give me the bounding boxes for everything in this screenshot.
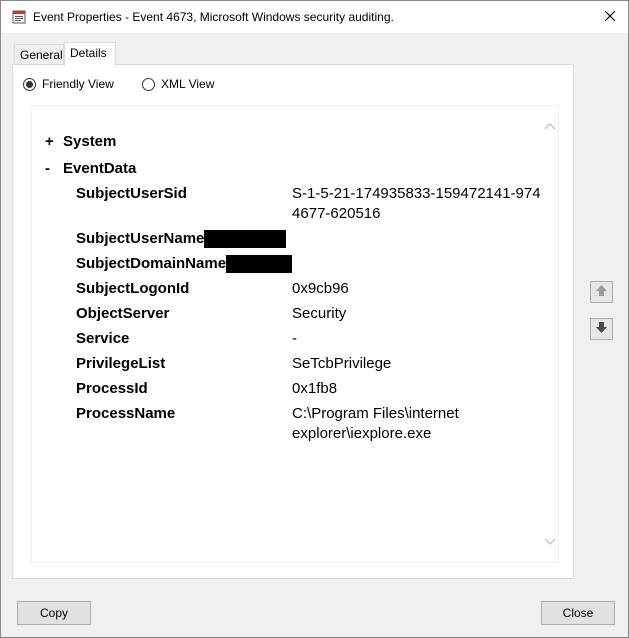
collapse-toggle[interactable]: - [45, 160, 63, 177]
field-row-objectserver: ObjectServer Security [76, 302, 558, 327]
chevron-down-icon[interactable] [543, 536, 556, 548]
eventdata-fields: SubjectUserSid S-1-5-21-174935833-159472… [76, 182, 558, 447]
xml-view-label: XML View [161, 77, 215, 91]
chevron-up-icon[interactable] [543, 120, 556, 132]
next-event-button[interactable] [590, 318, 613, 340]
field-value: S-1-5-21-174935833-159472141-974474677-6… [292, 185, 558, 222]
field-row-processid: ProcessId 0x1fb8 [76, 377, 558, 402]
event-properties-window: Event Properties - Event 4673, Microsoft… [0, 0, 629, 638]
node-label-eventdata: EventData [63, 160, 137, 177]
field-value: SeTcbPrivilege [292, 355, 392, 372]
expand-toggle[interactable]: + [45, 133, 63, 150]
xml-view-radio[interactable] [142, 77, 155, 91]
field-value: C:\Program Files\internet explorer\iexpl… [292, 405, 459, 442]
field-key: ProcessName [76, 405, 176, 422]
field-value [292, 252, 558, 277]
field-row-privilegelist: PrivilegeList SeTcbPrivilege [76, 352, 558, 377]
field-value: - [292, 330, 298, 347]
field-key-text: SubjectUserName [76, 230, 205, 247]
redacted-value [204, 230, 287, 249]
tree-node-eventdata[interactable]: - EventData [45, 155, 558, 182]
field-key: SubjectLogonId [76, 280, 190, 297]
tab-details[interactable]: Details [64, 42, 116, 66]
field-value: 0x1fb8 [292, 380, 338, 397]
field-row-processname: ProcessName C:\Program Files\internet ex… [76, 402, 558, 447]
tree-node-system[interactable]: + System [45, 128, 558, 155]
friendly-view-label: Friendly View [42, 77, 114, 91]
close-window-button[interactable] [598, 5, 622, 29]
arrow-down-icon [595, 321, 608, 337]
field-row-subjectusername: SubjectUserName [76, 227, 558, 252]
event-tree: + System - EventData SubjectUserSid S-1-… [45, 128, 558, 447]
field-value: 0x9cb96 [292, 280, 349, 297]
field-value [292, 227, 558, 252]
field-row-service: Service - [76, 327, 558, 352]
close-icon [604, 10, 616, 25]
friendly-view-radio[interactable] [23, 77, 36, 91]
field-key: ProcessId [76, 380, 148, 397]
event-viewer-icon [12, 10, 26, 24]
field-key: PrivilegeList [76, 355, 166, 372]
field-key: SubjectUserName [76, 227, 292, 252]
arrow-up-icon [595, 284, 608, 300]
field-key: ObjectServer [76, 305, 170, 322]
previous-event-button[interactable] [590, 281, 613, 303]
field-row-subjectusersid: SubjectUserSid S-1-5-21-174935833-159472… [76, 182, 558, 227]
tab-general[interactable]: General [14, 44, 64, 65]
field-key: SubjectDomainName [76, 252, 293, 277]
vertical-scrollbar[interactable] [541, 106, 558, 562]
field-key: SubjectUserSid [76, 185, 187, 202]
field-row-subjectlogonid: SubjectLogonId 0x9cb96 [76, 277, 558, 302]
field-value: Security [292, 305, 347, 322]
event-details-view[interactable]: + System - EventData SubjectUserSid S-1-… [31, 105, 559, 563]
title-bar: Event Properties - Event 4673, Microsoft… [1, 1, 628, 33]
redacted-value [226, 255, 293, 274]
node-label-system: System [63, 133, 117, 150]
close-button[interactable]: Close [541, 601, 615, 625]
field-row-subjectdomainname: SubjectDomainName [76, 252, 558, 277]
field-key: Service [76, 330, 130, 347]
xml-view-option[interactable]: XML View [142, 77, 214, 91]
copy-button[interactable]: Copy [17, 601, 91, 625]
details-panel: Friendly View XML View + System - EventD… [12, 64, 574, 579]
field-key-text: SubjectDomainName [76, 255, 227, 272]
friendly-view-option[interactable]: Friendly View [23, 77, 114, 91]
window-title: Event Properties - Event 4673, Microsoft… [33, 10, 394, 24]
